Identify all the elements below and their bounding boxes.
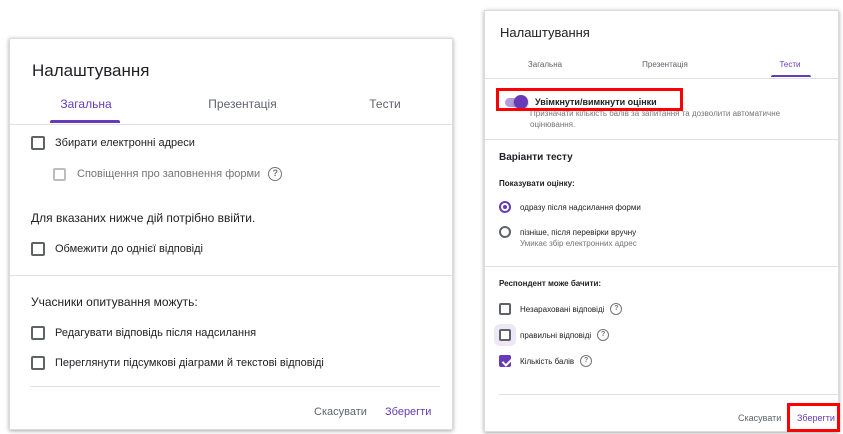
edit-after-option[interactable]: Редагувати відповідь після надсилання bbox=[31, 326, 256, 340]
collect-emails-label: Збирати електронні адреси bbox=[55, 137, 195, 149]
tab-general[interactable]: Загальна bbox=[50, 97, 122, 111]
cancel-button[interactable]: Скасувати bbox=[738, 413, 781, 423]
grade-later-radio[interactable] bbox=[499, 226, 511, 238]
tab-general[interactable]: Загальна bbox=[515, 60, 575, 69]
grading-toggle-description: Призначати кількість балів за запитання … bbox=[530, 108, 780, 130]
grade-immediately-option[interactable]: одразу після надсилання форми bbox=[499, 201, 641, 213]
notify-submit-checkbox[interactable] bbox=[53, 167, 66, 181]
toggle-highlight-box bbox=[496, 88, 683, 111]
quiz-options-heading: Варіанти тесту bbox=[499, 152, 573, 163]
grading-desc-line-2: оцінювання. bbox=[530, 120, 576, 129]
notify-submit-option[interactable]: Сповіщення про заповнення форми ? bbox=[53, 167, 283, 181]
footer-divider bbox=[499, 394, 838, 395]
tab-presentation[interactable]: Презентація bbox=[625, 60, 705, 69]
point-values-label: Кількість балів bbox=[520, 356, 575, 366]
correct-answers-label: правильні відповіді bbox=[520, 330, 592, 340]
tab-presentation[interactable]: Презентація bbox=[190, 97, 295, 111]
limit-one-label: Обмежити до однієї відповіді bbox=[55, 243, 203, 255]
active-tab-indicator bbox=[50, 120, 120, 123]
missed-answers-checkbox[interactable] bbox=[499, 303, 511, 315]
show-grade-heading: Показувати оцінку: bbox=[499, 179, 575, 188]
grade-immediately-label: одразу після надсилання форми bbox=[520, 202, 641, 212]
footer-divider bbox=[30, 386, 440, 387]
login-required-heading: Для вказаних нижче дій потрібно ввійти. bbox=[31, 211, 256, 225]
help-icon[interactable]: ? bbox=[597, 329, 610, 341]
help-icon[interactable]: ? bbox=[268, 167, 283, 181]
missed-answers-option[interactable]: Незараховані відповіді ? bbox=[499, 303, 623, 315]
grade-later-note: Умикає збір електронних адрес bbox=[520, 239, 637, 248]
collect-emails-checkbox[interactable] bbox=[31, 136, 45, 150]
notify-submit-label: Сповіщення про заповнення форми bbox=[77, 168, 261, 180]
limit-one-checkbox[interactable] bbox=[31, 242, 45, 256]
dialog-title: Налаштування bbox=[500, 25, 590, 40]
edit-after-checkbox[interactable] bbox=[31, 326, 45, 340]
help-icon[interactable]: ? bbox=[610, 303, 623, 315]
point-values-checkbox[interactable] bbox=[499, 355, 511, 367]
settings-dialog-general: Налаштування Загальна Презентація Тести … bbox=[9, 38, 453, 430]
save-button[interactable]: Зберегти bbox=[385, 406, 431, 418]
correct-answers-checkbox[interactable] bbox=[499, 329, 511, 341]
point-values-option[interactable]: Кількість балів ? bbox=[499, 355, 593, 367]
correct-answers-option[interactable]: правильні відповіді ? bbox=[499, 329, 610, 341]
tabs-divider bbox=[485, 78, 838, 79]
view-summary-checkbox[interactable] bbox=[31, 356, 45, 370]
collect-emails-option[interactable]: Збирати електронні адреси bbox=[31, 136, 195, 150]
dialog-title: Налаштування bbox=[32, 61, 150, 80]
section-divider bbox=[485, 139, 838, 140]
cancel-button[interactable]: Скасувати bbox=[314, 406, 367, 418]
missed-answers-label: Незараховані відповіді bbox=[520, 304, 605, 314]
save-highlight-box bbox=[787, 403, 840, 432]
limit-one-option[interactable]: Обмежити до однієї відповіді bbox=[31, 242, 203, 256]
section-divider bbox=[485, 266, 838, 267]
view-summary-label: Переглянути підсумкові діаграми й тексто… bbox=[55, 357, 324, 369]
grade-immediately-radio[interactable] bbox=[499, 201, 511, 213]
grade-later-label: пізніше, після перевірки вручну bbox=[520, 227, 637, 237]
settings-dialog-quizzes: Налаштування Загальна Презентація Тести … bbox=[484, 10, 839, 432]
help-icon[interactable]: ? bbox=[580, 355, 593, 367]
tabs-divider bbox=[10, 124, 452, 125]
grade-later-option[interactable]: пізніше, після перевірки вручну bbox=[499, 226, 636, 238]
edit-after-label: Редагувати відповідь після надсилання bbox=[55, 327, 257, 339]
tab-quizzes[interactable]: Тести bbox=[355, 97, 415, 111]
view-summary-option[interactable]: Переглянути підсумкові діаграми й тексто… bbox=[31, 356, 324, 370]
respondent-can-see-heading: Респондент може бачити: bbox=[499, 279, 602, 288]
tab-quizzes[interactable]: Тести bbox=[770, 60, 810, 69]
section-divider bbox=[10, 275, 452, 276]
respondents-heading: Учасники опитування можуть: bbox=[31, 295, 198, 309]
active-tab-indicator bbox=[771, 75, 811, 77]
